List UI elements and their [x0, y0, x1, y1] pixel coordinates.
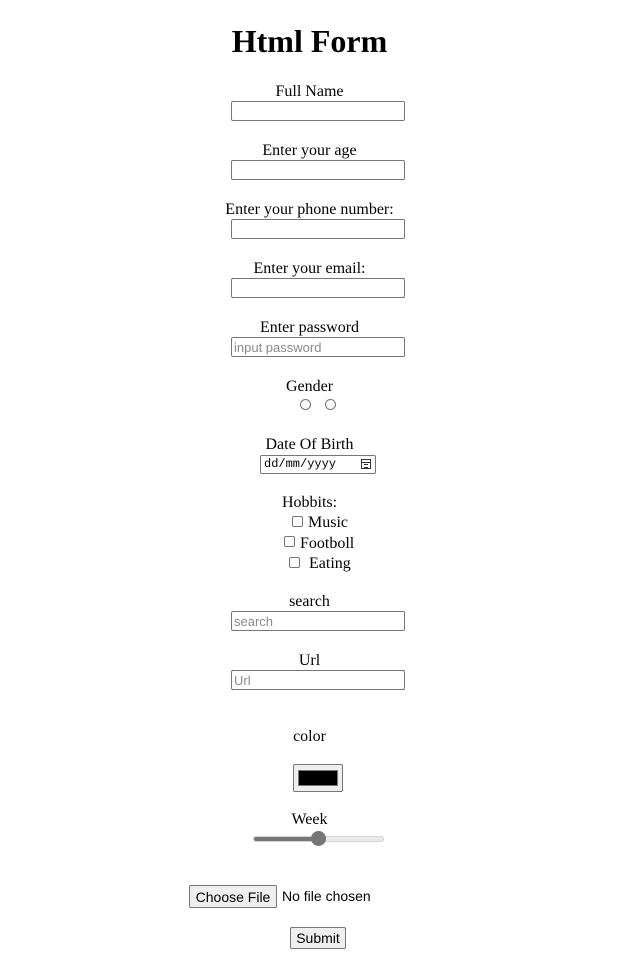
submit-button[interactable]: Submit [290, 927, 346, 949]
search-label: search [289, 593, 330, 610]
hobbies-label: Hobbits: [281, 494, 338, 511]
phone-label: Enter your phone number: [225, 201, 394, 218]
full-name-input[interactable] [231, 101, 405, 121]
gender-radio-1[interactable] [300, 399, 311, 410]
hobby-checkbox-eating[interactable] [289, 557, 300, 568]
week-label: Week [291, 811, 328, 828]
age-input[interactable] [231, 160, 405, 180]
hobby-label-eating: Eating [309, 555, 351, 572]
gender-radio-2[interactable] [325, 399, 336, 410]
dob-label: Date Of Birth [265, 436, 354, 453]
dob-placeholder: dd/mm/yyyy [264, 457, 337, 471]
full-name-label: Full Name [275, 83, 344, 100]
url-input[interactable] [231, 670, 405, 690]
file-status: No file chosen [282, 888, 371, 904]
dob-input[interactable]: dd/mm/yyyy [260, 455, 376, 474]
hobby-checkbox-football[interactable] [284, 536, 295, 547]
url-label: Url [298, 652, 321, 669]
choose-file-button[interactable]: Choose File [189, 885, 277, 908]
phone-input[interactable] [231, 219, 405, 239]
hobby-label-football: Footboll [300, 535, 355, 552]
color-picker[interactable] [293, 764, 343, 792]
search-input[interactable] [231, 611, 405, 631]
hobby-checkbox-music[interactable] [292, 516, 303, 527]
gender-label: Gender [285, 378, 334, 395]
page-title: Html Form [231, 23, 388, 59]
age-label: Enter your age [262, 142, 357, 159]
hobby-label-music: Music [308, 514, 348, 531]
calendar-icon[interactable] [361, 459, 371, 469]
password-label: Enter password [259, 319, 360, 336]
email-input[interactable] [231, 278, 405, 298]
week-slider-fill [254, 837, 320, 841]
color-swatch [298, 770, 338, 786]
email-label: Enter your email: [253, 260, 366, 277]
password-input[interactable] [231, 337, 405, 357]
week-slider-thumb[interactable] [311, 831, 326, 846]
color-label: color [293, 728, 326, 745]
